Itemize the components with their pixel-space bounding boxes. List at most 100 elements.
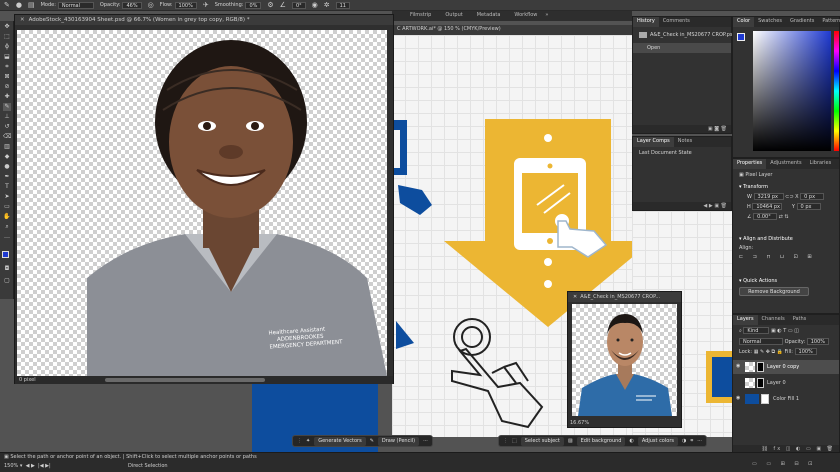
smoothing-options-icon[interactable]: ⚙	[267, 1, 273, 9]
tab-filmstrip[interactable]: Filmstrip	[406, 11, 435, 21]
flow-field[interactable]: 100%	[174, 1, 197, 9]
eraser-tool-icon[interactable]: ⌫	[3, 133, 11, 141]
flow-control[interactable]: Flow: 100%	[160, 1, 197, 9]
lock-icons[interactable]: ▦ ✎ ✥ ⧉ 🔒	[754, 349, 783, 355]
status-right-icons[interactable]: ▭ ▭ ⊞ ⊟ ⊡	[752, 461, 816, 467]
fill-field[interactable]: 100%	[794, 348, 817, 355]
mode-control[interactable]: Mode: Normal	[41, 1, 94, 9]
brush-tool-icon-active[interactable]: ✎	[3, 103, 11, 111]
hand-tool-icon[interactable]: ✋	[3, 213, 11, 221]
tab-workflow[interactable]: Workflow	[510, 11, 541, 21]
tab-libraries[interactable]: Libraries	[806, 159, 836, 169]
history-brush-icon[interactable]: ↺	[3, 123, 11, 131]
pressure-size-icon[interactable]: ◉	[312, 1, 318, 9]
opacity-control[interactable]: Opacity: 46%	[100, 1, 142, 9]
pressure-opacity-icon[interactable]: ◎	[148, 1, 154, 9]
layer-row-layer0[interactable]: Layer 0	[733, 376, 839, 390]
frame-tool-icon[interactable]: ⊠	[3, 73, 11, 81]
kind-select[interactable]: Kind	[743, 327, 770, 334]
taskbar-grip-icon-2[interactable]: ⋮	[503, 438, 508, 444]
remove-background-button[interactable]: Remove Background	[739, 287, 809, 296]
angle-field-props[interactable]: 0.00°	[753, 213, 778, 220]
tab-output[interactable]: Output	[441, 11, 466, 21]
tab-layer-comps[interactable]: Layer Comps	[633, 137, 674, 147]
hue-slider[interactable]	[834, 31, 839, 151]
history-snapshot[interactable]: A&E_Check in_MS20677 CROP.psd	[633, 30, 736, 40]
marquee-tool-icon[interactable]: ⬚	[3, 33, 11, 41]
portrait-canvas[interactable]: Healthcare Assistant ADDENBROOKES EMERGE…	[17, 30, 387, 376]
layer-row-layer0copy[interactable]: ◉ Layer 0 copy	[733, 360, 839, 374]
tab-history[interactable]: History	[633, 17, 659, 27]
healing-tool-icon[interactable]: ✚	[3, 93, 11, 101]
horizontal-scrollbar[interactable]	[105, 378, 265, 382]
trash-icon[interactable]: 🗑	[721, 126, 727, 132]
align-header[interactable]: ▾ Align and Distribute	[733, 235, 839, 244]
dodge-tool-icon[interactable]: ●	[3, 163, 11, 171]
more-tabs-icon[interactable]: »	[541, 11, 552, 21]
y-field[interactable]: 0 px	[796, 203, 821, 210]
color-fg-swatch[interactable]	[737, 33, 745, 41]
transform-header[interactable]: ▾ Transform	[733, 183, 839, 192]
screen-mode-icon[interactable]: ▢	[3, 277, 11, 285]
more-options-icon-2[interactable]: ⋯	[697, 438, 702, 444]
type-tool-icon[interactable]: T	[3, 183, 11, 191]
zoom-tool-icon[interactable]: ⌕	[3, 223, 11, 231]
quick-mask-icon[interactable]: ◘	[3, 265, 11, 273]
stamp-tool-icon[interactable]: ⊥	[3, 113, 11, 121]
crop-icon[interactable]: ⌗	[690, 438, 693, 444]
tab-layers[interactable]: Layers	[733, 315, 758, 325]
tab-metadata[interactable]: Metadata	[473, 11, 505, 21]
status-tool[interactable]: Direct Selection	[128, 463, 168, 469]
airbrush-icon[interactable]: ✈	[203, 1, 209, 9]
draw-pencil-button[interactable]: Draw (Pencil)	[377, 436, 420, 446]
gradient-tool-icon[interactable]: ▥	[3, 143, 11, 151]
edit-background-button[interactable]: Edit background	[576, 436, 626, 446]
layer-comp-item[interactable]: Last Document State	[633, 148, 731, 158]
brush-tool-icon[interactable]: ✎	[4, 1, 10, 9]
comp-trash-icon[interactable]: 🗑	[721, 203, 727, 209]
visibility-eye-icon[interactable]: ◉	[736, 363, 740, 369]
taskbar-grip-icon[interactable]: ⋮	[297, 438, 302, 444]
small-canvas[interactable]	[572, 304, 677, 416]
lasso-tool-icon[interactable]: ϕ	[3, 43, 11, 51]
quick-actions-header[interactable]: ▾ Quick Actions	[733, 277, 839, 286]
tab-adjustments[interactable]: Adjustments	[766, 159, 805, 169]
small-window-title[interactable]: ✕ A&E_Check in_MS20677 CROP...	[568, 292, 681, 302]
flip-icons[interactable]: ⇄ ⇅	[779, 214, 789, 220]
tab-swatches[interactable]: Swatches	[754, 17, 786, 27]
color-field[interactable]	[753, 31, 831, 151]
opacity-field[interactable]: 46%	[122, 1, 142, 9]
angle-field[interactable]: 0°	[291, 1, 306, 9]
generate-vectors-button[interactable]: Generate Vectors	[314, 436, 366, 446]
x-field[interactable]: 0 px	[800, 193, 825, 200]
eyedropper-tool-icon[interactable]: ⊘	[3, 83, 11, 91]
move-tool-icon[interactable]: ✥	[3, 23, 11, 31]
crop-tool-icon[interactable]: ⌗	[3, 63, 11, 71]
object-select-tool-icon[interactable]: ⬓	[3, 53, 11, 61]
tab-comments[interactable]: Comments	[659, 17, 694, 27]
tab-color[interactable]: Color	[733, 17, 755, 27]
visibility-eye-icon[interactable]: ◉	[736, 395, 740, 401]
brush-settings-icon[interactable]: ▤	[28, 1, 35, 9]
portrait-window-title[interactable]: ✕ AdobeStock_430163904 Sheet.psd @ 66.7% …	[15, 15, 393, 25]
shape-tool-icon[interactable]: ▭	[3, 203, 11, 211]
small-window-close-icon[interactable]: ✕	[573, 294, 577, 300]
width-field[interactable]: 3219 px	[753, 193, 784, 200]
window-close-icon[interactable]: ✕	[20, 17, 25, 23]
small-document-window[interactable]: ✕ A&E_Check in_MS20677 CROP... 16.67%	[567, 291, 682, 428]
layer-row-colorfill[interactable]: ◉ Color Fill 1	[733, 392, 839, 406]
new-document-icon[interactable]: ▣	[708, 126, 713, 132]
symmetry-icon[interactable]: ✲	[324, 1, 330, 9]
more-options-icon[interactable]: ⋯	[423, 438, 428, 444]
comp-new-icon[interactable]: ▣	[714, 203, 719, 209]
mask-icon[interactable]: ◑	[682, 438, 686, 444]
more-tools-icon[interactable]: …	[3, 233, 11, 241]
adjust-colors-button[interactable]: Adjust colors	[637, 436, 678, 446]
mode-select[interactable]: Normal	[57, 1, 94, 9]
history-item-open[interactable]: Open	[633, 43, 731, 53]
smoothing-field[interactable]: 0%	[245, 1, 262, 9]
height-field[interactable]: 10464 px	[752, 203, 783, 210]
path-select-tool-icon[interactable]: ➤	[3, 193, 11, 201]
blur-tool-icon[interactable]: ◆	[3, 153, 11, 161]
smoothing-control[interactable]: Smoothing: 0%	[215, 1, 262, 9]
